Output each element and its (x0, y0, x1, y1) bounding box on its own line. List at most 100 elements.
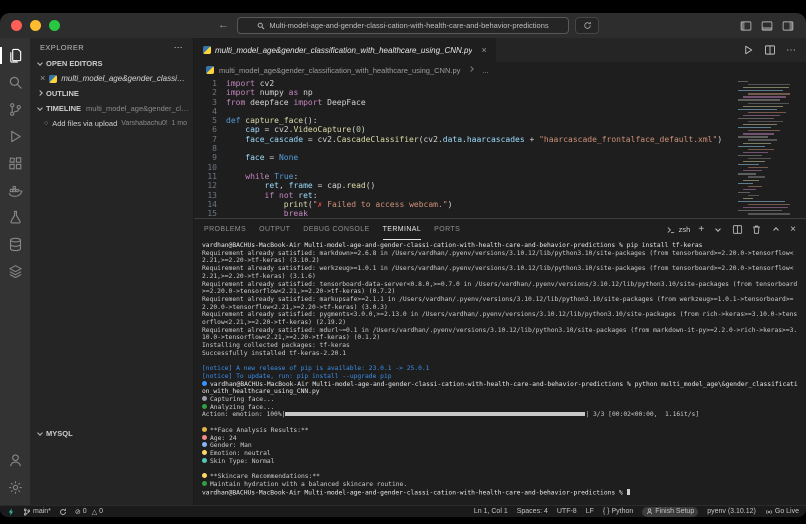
remote-indicator-icon[interactable] (7, 508, 15, 516)
split-editor-icon[interactable] (764, 44, 776, 56)
tab-ports[interactable]: PORTS (434, 219, 460, 240)
workspace-search-text: Multi-model-age-and-gender-classi-cation… (269, 21, 548, 30)
tab-output[interactable]: OUTPUT (259, 219, 290, 240)
python-file-icon (49, 75, 57, 83)
terminal-line: Gender: Man (202, 442, 798, 450)
section-mysql[interactable]: MYSQL (30, 426, 193, 441)
activity-docker[interactable] (0, 177, 30, 204)
errors-warnings-status[interactable]: ⊘ 0 △ 0 (75, 508, 103, 516)
sparkles-icon (202, 427, 207, 432)
extensions-icon (8, 156, 23, 171)
minimap[interactable] (738, 81, 790, 215)
activity-source-control[interactable] (0, 96, 30, 123)
activity-testing[interactable] (0, 204, 30, 231)
code-editor[interactable]: 1import cv22import numpy as np3from deep… (194, 78, 806, 218)
split-terminal-icon[interactable] (732, 224, 743, 235)
go-live-button[interactable]: Go Live (765, 508, 799, 516)
section-timeline[interactable]: TIMELINE multi_model_age&gender_classifi… (30, 101, 193, 116)
breadcrumb-more[interactable]: ... (482, 66, 488, 75)
code-line: 9 face = None (194, 153, 806, 162)
panel-tab-bar: PROBLEMS OUTPUT DEBUG CONSOLE TERMINAL P… (194, 219, 806, 240)
more-actions-icon[interactable]: ⋯ (786, 45, 796, 56)
activity-search[interactable] (0, 69, 30, 96)
close-window-button[interactable] (11, 20, 22, 31)
database-icon (8, 237, 23, 252)
terminal-output[interactable]: vardhan@BACHUs-MacBook-Air Multi-model-a… (194, 240, 806, 505)
cursor-position-status[interactable]: Ln 1, Col 1 (474, 508, 508, 515)
run-file-icon[interactable] (742, 44, 754, 56)
code-line: 4 (194, 107, 806, 116)
new-terminal-icon[interactable]: + (698, 224, 704, 235)
eol-status[interactable]: LF (586, 508, 594, 515)
terminal-profile-select[interactable]: zsh (666, 225, 691, 235)
git-branch-status[interactable]: main* (23, 508, 51, 516)
chevron-down-icon (37, 60, 43, 66)
tab-debug-console[interactable]: DEBUG CONSOLE (303, 219, 369, 240)
git-commit-icon: ○ (44, 120, 48, 127)
section-open-editors[interactable]: OPEN EDITORS (30, 56, 193, 71)
timeline-entry-time: 1 mo (171, 120, 187, 127)
sidebar-more-actions-icon[interactable]: ⋯ (174, 42, 183, 53)
encoding-status[interactable]: UTF-8 (557, 508, 577, 515)
language-mode-status[interactable]: { } Python (603, 508, 633, 515)
editor-tab[interactable]: multi_model_age&gender_classification_wi… (194, 38, 496, 62)
chevron-down-icon (37, 105, 43, 111)
close-panel-icon[interactable]: × (790, 224, 796, 235)
code-line: 12 ret, frame = cap.read() (194, 181, 806, 190)
chevron-down-icon[interactable] (715, 226, 721, 232)
person-icon (646, 508, 653, 515)
status-bar: main* ⊘ 0 △ 0 Ln 1, Col 1 Spaces: 4 UTF-… (0, 505, 806, 517)
code-line: 5def capture_face(): (194, 116, 806, 125)
code-lines: 1import cv22import numpy as np3from deep… (194, 79, 806, 218)
traffic-lights (11, 20, 60, 31)
layout-panel-icon[interactable] (761, 20, 773, 32)
code-line: 1import cv2 (194, 79, 806, 88)
activity-bar (0, 38, 30, 505)
warning-icon: △ (92, 508, 97, 516)
terminal-line: Age: 24 (202, 435, 798, 443)
activity-explorer[interactable] (0, 42, 30, 69)
breadcrumb-file[interactable]: multi_model_age&gender_classification_wi… (219, 66, 460, 75)
section-outline[interactable]: OUTLINE (30, 86, 193, 101)
terminal-line: Emotion: neutral (202, 450, 798, 458)
terminal-line: Successfully installed tf-keras-2.20.1 (202, 350, 798, 358)
close-icon[interactable]: × (40, 74, 45, 83)
code-line: 10 (194, 163, 806, 172)
terminal-line (202, 358, 798, 366)
code-line: 3from deepface import DeepFace (194, 98, 806, 107)
command-decoration-dot (202, 381, 207, 386)
back-arrow-icon[interactable]: ← (218, 20, 229, 31)
account-icon (8, 453, 23, 468)
layout-sidebar-left-icon[interactable] (740, 20, 752, 32)
check-mark-icon (202, 481, 207, 486)
terminal-cursor (627, 489, 631, 496)
layout-sidebar-right-icon[interactable] (782, 20, 794, 32)
command-center-search[interactable]: Multi-model-age-and-gender-classi-cation… (237, 17, 569, 34)
timeline-entry[interactable]: ○ Add files via upload Varshabachu050 1 … (30, 116, 193, 131)
activity-extensions[interactable] (0, 150, 30, 177)
maximize-panel-icon[interactable] (773, 227, 779, 233)
minimize-window-button[interactable] (30, 20, 41, 31)
trash-icon[interactable] (751, 224, 762, 235)
run-debug-icon (8, 129, 23, 144)
terminal-line (202, 465, 798, 473)
indentation-status[interactable]: Spaces: 4 (517, 508, 548, 515)
sync-changes-icon[interactable] (59, 508, 67, 516)
activity-layers[interactable] (0, 258, 30, 285)
tab-terminal[interactable]: TERMINAL (383, 219, 422, 240)
activity-settings[interactable] (0, 474, 30, 501)
open-editor-item[interactable]: × multi_model_age&gender_classification_… (30, 71, 193, 86)
terminal-line: Requirement already satisfied: tensorboa… (202, 281, 798, 296)
finish-setup-button[interactable]: Finish Setup (642, 507, 698, 517)
close-tab-icon[interactable]: × (481, 45, 486, 55)
maximize-window-button[interactable] (49, 20, 60, 31)
sync-icon[interactable] (575, 17, 599, 34)
brackets-icon: { } (603, 508, 610, 515)
activity-account[interactable] (0, 447, 30, 474)
tab-problems[interactable]: PROBLEMS (204, 219, 246, 240)
editor-tab-title: multi_model_age&gender_classification_wi… (215, 46, 472, 55)
python-interpreter-status[interactable]: pyenv (3.10.12) (707, 508, 756, 515)
activity-database[interactable] (0, 231, 30, 258)
neutral-face-icon (202, 450, 207, 455)
activity-run-debug[interactable] (0, 123, 30, 150)
